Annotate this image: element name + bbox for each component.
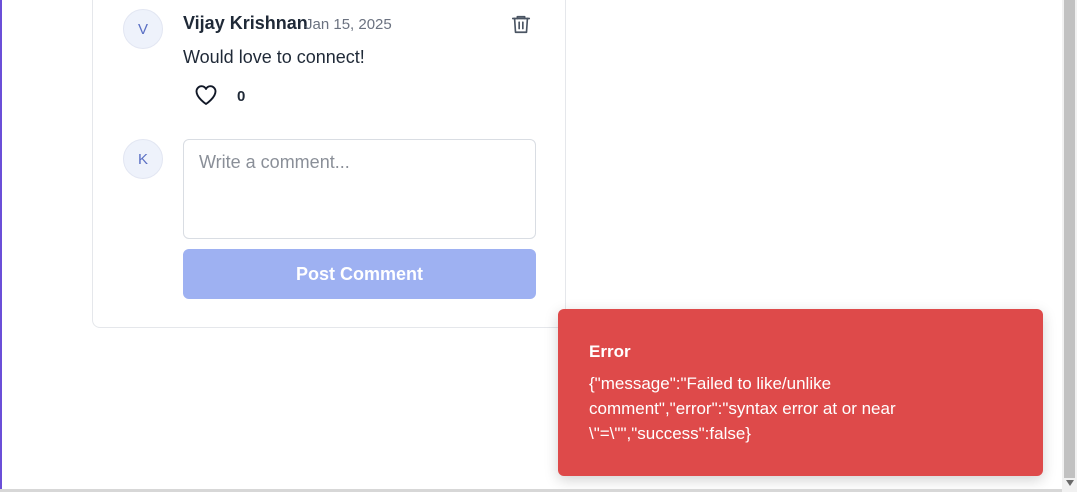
page: V Vijay Krishnan Jan 15, 2025 Would love…: [0, 0, 1077, 492]
comment-body: Would love to connect!: [183, 47, 365, 67]
post-comment-button[interactable]: Post Comment: [183, 249, 536, 299]
like-count: 0: [237, 88, 246, 105]
scrollbar-thumb[interactable]: [1064, 0, 1075, 478]
heart-icon: [195, 85, 217, 105]
comment-author-name[interactable]: Vijay Krishnan: [183, 13, 308, 34]
current-user-avatar: K: [123, 139, 163, 179]
error-toast[interactable]: Error {"message":"Failed to like/unlike …: [558, 309, 1043, 476]
avatar-initial: V: [137, 20, 148, 38]
comment-input[interactable]: [183, 139, 536, 239]
avatar-initial: K: [137, 150, 148, 168]
toast-title: Error: [589, 342, 631, 361]
like-button[interactable]: [194, 84, 220, 108]
delete-comment-button[interactable]: [510, 13, 532, 35]
toast-message: {"message":"Failed to like/unlike commen…: [589, 374, 896, 443]
trash-icon: [511, 15, 531, 34]
comment-date: Jan 15, 2025: [305, 16, 392, 33]
comment-author-avatar: V: [123, 9, 163, 49]
window-left-border: [0, 0, 2, 492]
scroll-down-arrow-icon[interactable]: [1066, 480, 1074, 486]
